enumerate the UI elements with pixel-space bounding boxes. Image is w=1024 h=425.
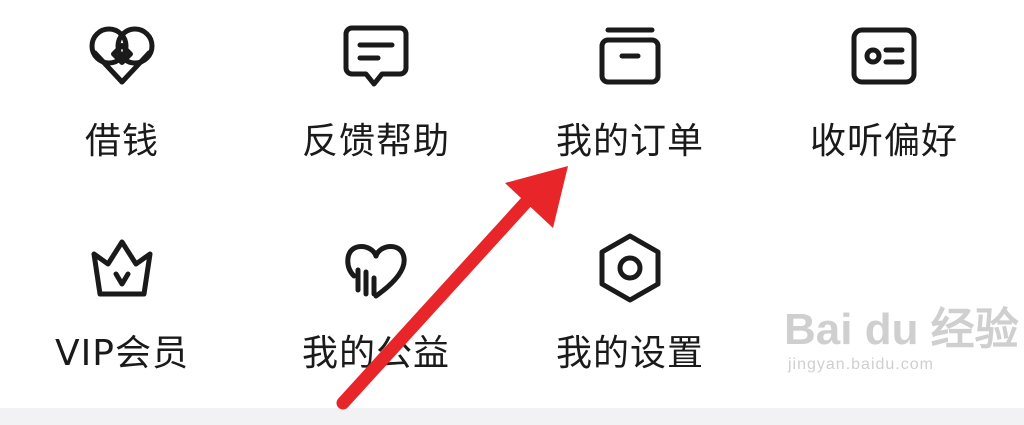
baidu-jingyan-watermark: Bai du 经验 jingyan.baidu.com (784, 305, 1019, 395)
menu-item-label: 我的设置 (555, 333, 704, 374)
menu-item-label: 我的订单 (555, 121, 704, 162)
feedback-chat-icon (336, 16, 416, 96)
menu-item-label: VIP会员 (55, 333, 189, 374)
menu-item-my-orders[interactable]: 我的订单 (530, 0, 730, 170)
menu-item-my-charity[interactable]: 我的公益 (276, 212, 476, 382)
menu-item-feedback-help[interactable]: 反馈帮助 (276, 0, 476, 170)
menu-item-my-settings[interactable]: 我的设置 (530, 212, 730, 382)
settings-hexagon-icon (590, 228, 670, 308)
orders-box-icon (590, 16, 670, 96)
menu-item-label: 收听偏好 (809, 121, 958, 162)
watermark-brand: Bai du 经验 (784, 305, 1019, 354)
menu-item-vip-member[interactable]: VIP会员 (22, 212, 222, 382)
menu-item-label: 反馈帮助 (301, 121, 450, 162)
charity-heart-icon (336, 228, 416, 308)
menu-item-listening-preference[interactable]: 收听偏好 (784, 0, 984, 170)
bottom-bar (0, 408, 1024, 425)
watermark-url: jingyan.baidu.com (788, 356, 934, 373)
menu-item-label: 借钱 (84, 121, 159, 162)
preference-card-icon (844, 16, 924, 96)
crown-icon (82, 228, 162, 308)
coins-icon (82, 16, 162, 96)
menu-item-label: 我的公益 (301, 333, 450, 374)
menu-item-borrow-money[interactable]: 借钱 (22, 0, 222, 170)
